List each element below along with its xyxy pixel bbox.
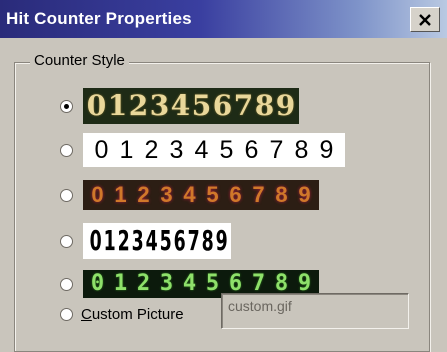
group-legend: Counter Style bbox=[30, 52, 129, 69]
digit-strip-2: 0123456789 bbox=[83, 133, 345, 167]
digit: 6 bbox=[212, 89, 233, 122]
digit: 7 bbox=[187, 224, 200, 257]
digit: 6 bbox=[229, 182, 242, 207]
digit: 4 bbox=[170, 89, 191, 122]
style-option-2[interactable]: 0123456789 bbox=[60, 133, 345, 167]
digit: 1 bbox=[103, 224, 116, 257]
custom-picture-label: Custom Picture bbox=[81, 306, 184, 323]
digit-strip-3: 0123456789 bbox=[83, 180, 319, 210]
digit: 2 bbox=[117, 224, 130, 257]
digit: 4 bbox=[145, 224, 158, 257]
digit: 9 bbox=[298, 182, 311, 207]
digit: 0 bbox=[94, 136, 109, 164]
digit: 2 bbox=[136, 271, 151, 296]
digit: 1 bbox=[113, 271, 128, 296]
digit: 7 bbox=[233, 89, 254, 122]
radio-style-2[interactable] bbox=[60, 143, 73, 157]
digit: 0 bbox=[91, 182, 104, 207]
digit: 3 bbox=[149, 89, 170, 122]
digit: 9 bbox=[275, 89, 296, 122]
dialog-client: Counter Style 0123456789 0123456789 0123… bbox=[0, 38, 447, 352]
close-icon bbox=[419, 13, 431, 26]
digit: 2 bbox=[137, 182, 150, 207]
window-title: Hit Counter Properties bbox=[6, 9, 192, 28]
digit: 8 bbox=[201, 224, 214, 257]
digit: 1 bbox=[114, 182, 127, 207]
digit: 7 bbox=[252, 182, 265, 207]
digit: 8 bbox=[254, 89, 275, 122]
digit: 5 bbox=[219, 136, 234, 164]
digit: 9 bbox=[319, 136, 334, 164]
radio-custom-picture[interactable] bbox=[60, 308, 73, 321]
digit: 5 bbox=[191, 89, 212, 122]
digit: 9 bbox=[215, 224, 228, 257]
custom-picture-option[interactable]: Custom Picture bbox=[60, 306, 184, 323]
radio-style-4[interactable] bbox=[60, 234, 73, 248]
digit: 2 bbox=[144, 136, 159, 164]
digit: 4 bbox=[183, 182, 196, 207]
digit: 6 bbox=[173, 224, 186, 257]
close-button[interactable] bbox=[410, 7, 440, 32]
style-option-3[interactable]: 0123456789 bbox=[60, 180, 319, 210]
digit: 0 bbox=[86, 89, 107, 122]
digit: 3 bbox=[159, 271, 174, 296]
digit-strip-4: 0123456789 bbox=[83, 223, 231, 259]
digit-strip-1: 0123456789 bbox=[83, 88, 299, 124]
digit: 3 bbox=[131, 224, 144, 257]
radio-style-1[interactable] bbox=[60, 99, 73, 113]
digit: 4 bbox=[182, 271, 197, 296]
digit: 7 bbox=[269, 136, 284, 164]
style-option-4[interactable]: 0123456789 bbox=[60, 223, 231, 259]
radio-style-3[interactable] bbox=[60, 188, 73, 202]
digit: 1 bbox=[107, 89, 128, 122]
custom-picture-field[interactable]: custom.gif bbox=[221, 293, 409, 329]
digit: 0 bbox=[89, 224, 102, 257]
radio-style-5[interactable] bbox=[60, 277, 73, 291]
digit: 5 bbox=[159, 224, 172, 257]
digit: 4 bbox=[194, 136, 209, 164]
digit: 1 bbox=[119, 136, 134, 164]
style-option-1[interactable]: 0123456789 bbox=[60, 88, 299, 124]
digit: 2 bbox=[128, 89, 149, 122]
digit: 3 bbox=[160, 182, 173, 207]
digit: 8 bbox=[275, 182, 288, 207]
digit: 6 bbox=[244, 136, 259, 164]
digit: 8 bbox=[294, 136, 309, 164]
digit: 5 bbox=[206, 182, 219, 207]
digit: 3 bbox=[169, 136, 184, 164]
title-bar: Hit Counter Properties bbox=[0, 0, 447, 38]
digit: 0 bbox=[90, 271, 105, 296]
